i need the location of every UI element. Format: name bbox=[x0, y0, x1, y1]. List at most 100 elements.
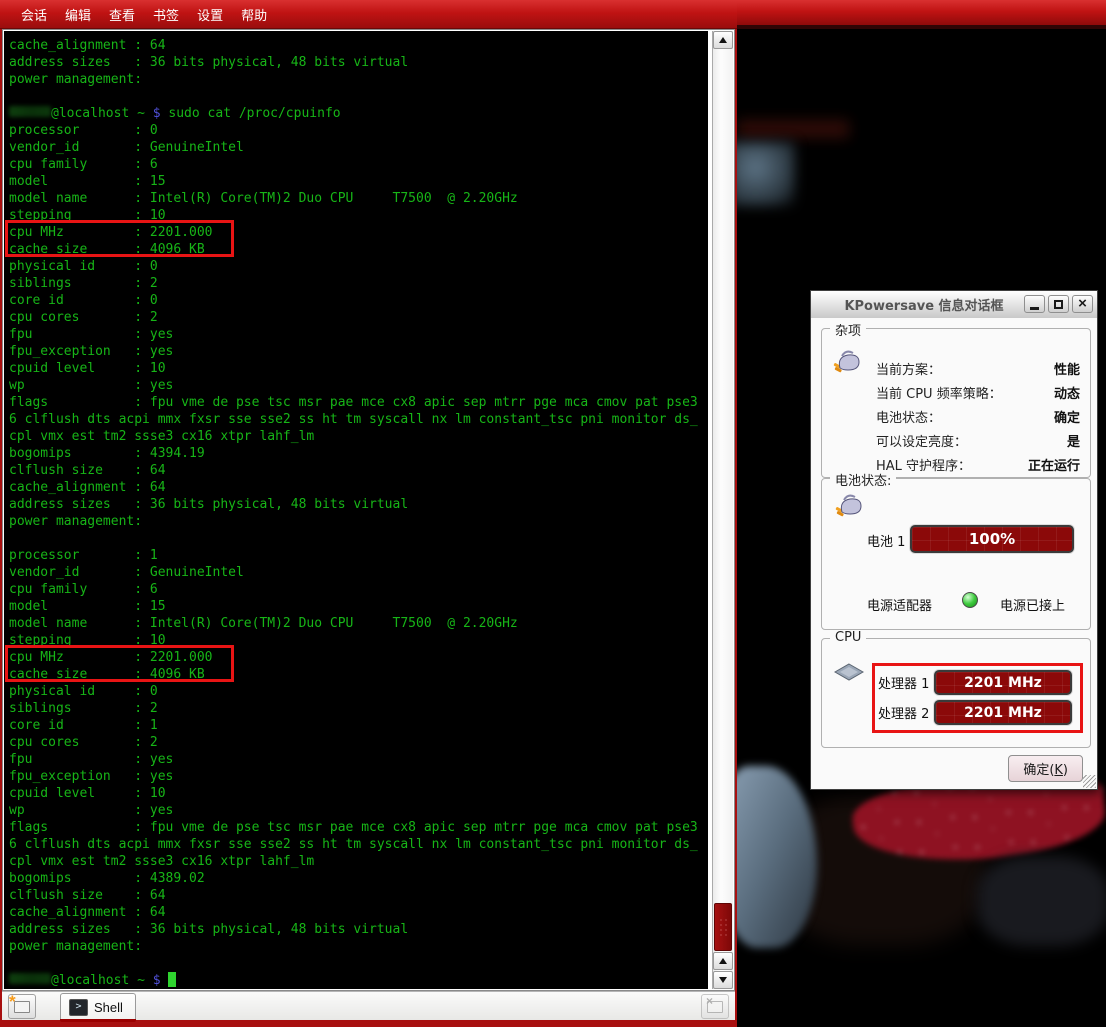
tab-label: Shell bbox=[94, 1000, 123, 1015]
terminal-line: cache_alignment : 64 bbox=[9, 479, 708, 496]
terminal-line: @localhost ~ $ bbox=[9, 972, 708, 989]
terminal-line: model : 15 bbox=[9, 173, 708, 190]
menu-bar: 会话编辑查看书签设置帮助 bbox=[0, 0, 737, 29]
terminal-line: cpuid level : 10 bbox=[9, 360, 708, 377]
adapter-status: 电源已接上 bbox=[1000, 595, 1065, 614]
dialog-body: 杂项 当前方案：性能当前 CPU 频率策略：动态电池状态：确定可以设定亮度：是H… bbox=[811, 318, 1097, 789]
ok-button-label-end: ) bbox=[1063, 763, 1068, 778]
terminal-line: cpu family : 6 bbox=[9, 156, 708, 173]
tab-bar: * > Shell × bbox=[2, 991, 735, 1020]
terminal-line: cpl vmx est tm2 ssse3 cx16 xtpr lahf_lm bbox=[9, 428, 708, 445]
misc-group-title: 杂项 bbox=[830, 320, 866, 339]
terminal-screen[interactable]: cache_alignment : 64address sizes : 36 b… bbox=[4, 31, 708, 989]
battery-progressbar: 100% bbox=[910, 525, 1074, 553]
obscured-username bbox=[9, 106, 51, 117]
terminal-line: bogomips : 4389.02 bbox=[9, 870, 708, 887]
menu-item-view[interactable]: 查看 bbox=[100, 0, 144, 28]
menu-item-session[interactable]: 会话 bbox=[12, 0, 56, 28]
terminal-scrollbar[interactable] bbox=[712, 31, 733, 989]
terminal-line: 6 clflush dts acpi mmx fxsr sse sse2 ss … bbox=[9, 836, 708, 853]
terminal-line: fpu : yes bbox=[9, 751, 708, 768]
terminal-line: core id : 0 bbox=[9, 292, 708, 309]
maximize-button[interactable] bbox=[1048, 295, 1069, 313]
terminal-line: model name : Intel(R) Core(TM)2 Duo CPU … bbox=[9, 615, 708, 632]
terminal-line: siblings : 2 bbox=[9, 700, 708, 717]
terminal-line: siblings : 2 bbox=[9, 275, 708, 292]
terminal-line: flags : fpu vme de pse tsc msr pae mce c… bbox=[9, 394, 708, 411]
terminal-line: address sizes : 36 bits physical, 48 bit… bbox=[9, 921, 708, 938]
ok-button[interactable]: 确定(K) bbox=[1008, 755, 1083, 782]
close-tab-button[interactable]: × bbox=[701, 994, 729, 1019]
misc-info-rows: 当前方案：性能当前 CPU 频率策略：动态电池状态：确定可以设定亮度：是HAL … bbox=[876, 359, 1080, 474]
terminal-line: cpu cores : 2 bbox=[9, 309, 708, 326]
terminal-icon: > bbox=[69, 999, 88, 1016]
terminal-line: clflush size : 64 bbox=[9, 462, 708, 479]
new-session-icon: * bbox=[14, 1001, 30, 1013]
info-row: HAL 守护程序：正在运行 bbox=[876, 455, 1080, 474]
ok-button-accel: K bbox=[1054, 763, 1063, 778]
scroll-down-button[interactable] bbox=[713, 971, 733, 989]
terminal-line: processor : 0 bbox=[9, 122, 708, 139]
window-controls bbox=[1024, 295, 1093, 313]
close-icon bbox=[1078, 295, 1087, 313]
wallpaper-blue-highlight bbox=[737, 142, 795, 206]
terminal-output: cache_alignment : 64address sizes : 36 b… bbox=[9, 37, 708, 989]
battery-label: 电池 1 bbox=[867, 531, 905, 550]
close-icon: × bbox=[706, 994, 713, 1008]
kpowersave-dialog: KPowersave 信息对话框 杂项 当前方案：性能当前 CPU 频率策略：动… bbox=[810, 290, 1098, 790]
battery-group: 电池状态: 电池 1 100% 电源适配器 电源已接上 bbox=[821, 478, 1091, 630]
terminal-line: cpu family : 6 bbox=[9, 581, 708, 598]
terminal-line: model : 15 bbox=[9, 598, 708, 615]
ok-button-label: 确定( bbox=[1023, 763, 1054, 778]
arrow-up-icon bbox=[719, 37, 727, 43]
terminal-line: bogomips : 4394.19 bbox=[9, 445, 708, 462]
terminal-line: address sizes : 36 bits physical, 48 bit… bbox=[9, 496, 708, 513]
wallpaper-gray-shape bbox=[977, 856, 1106, 946]
terminal-line: power management: bbox=[9, 71, 708, 88]
arrow-up-icon bbox=[719, 958, 727, 964]
terminal-line: address sizes : 36 bits physical, 48 bit… bbox=[9, 54, 708, 71]
terminal-line: power management: bbox=[9, 938, 708, 955]
terminal-line: 6 clflush dts acpi mmx fxsr sse sse2 ss … bbox=[9, 411, 708, 428]
star-icon: * bbox=[9, 992, 16, 1012]
minimize-icon bbox=[1030, 307, 1039, 310]
terminal-line: cpuid level : 10 bbox=[9, 785, 708, 802]
scrollbar-thumb[interactable] bbox=[714, 903, 732, 951]
menu-item-bookmarks[interactable]: 书签 bbox=[144, 0, 188, 28]
terminal-line: fpu_exception : yes bbox=[9, 343, 708, 360]
terminal-line: cache_alignment : 64 bbox=[9, 904, 708, 921]
terminal-frame: cache_alignment : 64address sizes : 36 b… bbox=[2, 29, 735, 991]
terminal-line: fpu : yes bbox=[9, 326, 708, 343]
terminal-line: cpl vmx est tm2 ssse3 cx16 xtpr lahf_lm bbox=[9, 853, 708, 870]
info-row: 当前方案：性能 bbox=[876, 359, 1080, 378]
terminal-line: power management: bbox=[9, 513, 708, 530]
menu-item-edit[interactable]: 编辑 bbox=[56, 0, 100, 28]
background-window-menubar bbox=[737, 0, 1106, 29]
adapter-label: 电源适配器 bbox=[867, 595, 932, 614]
terminal-line: model name : Intel(R) Core(TM)2 Duo CPU … bbox=[9, 190, 708, 207]
minimize-button[interactable] bbox=[1024, 295, 1045, 313]
menu-item-help[interactable]: 帮助 bbox=[232, 0, 276, 28]
battery-group-title: 电池状态: bbox=[830, 470, 896, 489]
terminal-line bbox=[9, 88, 708, 105]
close-button[interactable] bbox=[1072, 295, 1093, 313]
terminal-line: vendor_id : GenuineIntel bbox=[9, 139, 708, 156]
tab-shell[interactable]: > Shell bbox=[60, 993, 136, 1020]
new-tab-button[interactable]: * bbox=[8, 994, 36, 1019]
menu-item-settings[interactable]: 设置 bbox=[188, 0, 232, 28]
terminal-line: vendor_id : GenuineIntel bbox=[9, 564, 708, 581]
konsole-window: 会话编辑查看书签设置帮助 cache_alignment : 64address… bbox=[0, 0, 737, 1027]
resize-grip[interactable] bbox=[1083, 775, 1096, 788]
dialog-titlebar[interactable]: KPowersave 信息对话框 bbox=[811, 291, 1097, 319]
info-row: 可以设定亮度：是 bbox=[876, 431, 1080, 450]
terminal-line: physical id : 0 bbox=[9, 683, 708, 700]
terminal-line: clflush size : 64 bbox=[9, 887, 708, 904]
highlight-box-cpu-frequency bbox=[872, 663, 1083, 733]
wallpaper-red-smear bbox=[737, 120, 849, 138]
scroll-up-button[interactable] bbox=[713, 31, 733, 49]
terminal-line: wp : yes bbox=[9, 802, 708, 819]
terminal-line: fpu_exception : yes bbox=[9, 768, 708, 785]
power-plug-icon bbox=[834, 493, 864, 519]
scroll-up-button-bottom[interactable] bbox=[713, 952, 733, 970]
obscured-username bbox=[9, 973, 51, 984]
